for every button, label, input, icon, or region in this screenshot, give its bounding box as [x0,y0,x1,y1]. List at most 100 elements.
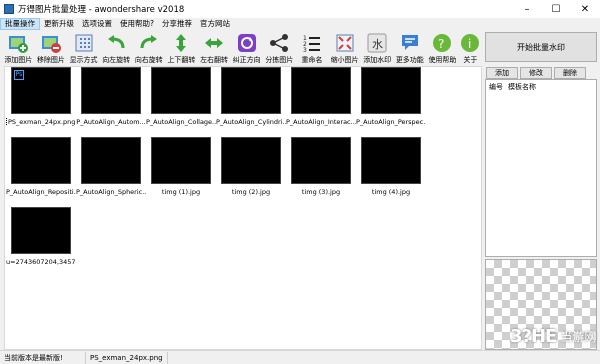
edit-template-button[interactable]: 修改 [520,67,552,79]
help-icon: ? [431,32,453,54]
image-preview [151,137,211,184]
svg-text:3: 3 [303,47,307,53]
image-caption: u=2743607204,3457... [6,258,76,266]
correct-orientation-label: 纠正方向 [232,56,261,64]
image-thumb[interactable]: P_AutoAlign_Spheric... [76,137,146,196]
column-template-name[interactable]: 模板名称 [508,82,536,92]
add-template-button[interactable]: 添加 [486,67,518,79]
flip-vertical-button[interactable]: 上下翻转 [165,30,198,66]
svg-text:水: 水 [372,38,383,51]
image-thumb[interactable]: timg (3).jpg [286,137,356,196]
start-batch-watermark-button[interactable]: 开始批量水印 [485,32,597,62]
image-preview [361,137,421,184]
about-label: 关于 [463,56,478,64]
watermark-label: 添加水印 [363,56,392,64]
site-watermark: 3?HE 当游网 [510,326,596,347]
flip-horizontal-icon [203,32,225,54]
rotate-left-button[interactable]: 向左旋转 [100,30,133,66]
rename-icon: 123 [301,32,323,54]
add-image-label: 添加图片 [4,56,33,64]
view-mode-icon [73,32,95,54]
minimize-button[interactable]: – [512,0,542,18]
menu-share[interactable]: 分享推荐 [158,18,196,30]
image-preview [221,67,281,114]
image-thumb[interactable]: P_AutoAlign_Perspec... [356,67,426,126]
column-number[interactable]: 编号 [489,82,503,92]
image-caption: P_AutoAlign_Repositi... [6,188,76,196]
image-preview [81,137,141,184]
image-grid[interactable]: Ps PS_exman_24px.png P_AutoAlign_Autom..… [4,66,482,350]
more-button[interactable]: 更多功能 [394,30,427,66]
image-caption: PS_exman_24px.png [6,118,76,126]
more-label: 更多功能 [395,56,424,64]
maximize-button[interactable]: ☐ [541,0,571,18]
image-caption: P_AutoAlign_Interac... [286,118,356,126]
watermark-text: 当游网 [560,330,597,344]
view-mode-button[interactable]: 显示方式 [67,30,100,66]
title-bar: 万得图片批量处理 - awondershare v2018 – ☐ ✕ [0,0,600,18]
remove-image-icon [40,32,62,54]
rotate-right-button[interactable]: 向右旋转 [133,30,166,66]
image-thumb[interactable]: timg (2).jpg [216,137,286,196]
status-file: PS_exman_24px.png [86,351,168,364]
app-icon [4,4,14,14]
menu-bar: 批量操作 更新升级 选项设置 使用帮助? 分享推荐 官方网站 [0,18,600,30]
add-image-icon [7,32,29,54]
rename-label: 重命名 [301,56,323,64]
menu-options[interactable]: 选项设置 [78,18,116,30]
close-button[interactable]: ✕ [570,0,600,18]
image-thumb[interactable]: u=2743607204,3457... [6,207,76,266]
watermark-button[interactable]: 水 添加水印 [361,30,394,66]
image-thumb[interactable]: timg (4).jpg [356,137,426,196]
image-thumb[interactable]: Ps PS_exman_24px.png [6,67,76,126]
info-icon: i [459,32,481,54]
image-caption: timg (2).jpg [231,188,271,196]
watermark-logo: 3?HE [510,326,557,347]
shrink-icon [334,32,356,54]
rename-button[interactable]: 123 重命名 [296,30,329,66]
image-preview [291,67,351,114]
correct-orientation-button[interactable]: 纠正方向 [230,30,263,66]
help-label: 使用帮助 [428,56,457,64]
image-thumb[interactable]: P_AutoAlign_Cylindri... [216,67,286,126]
shrink-button[interactable]: 缩小图片 [328,30,361,66]
image-caption: P_AutoAlign_Collage... [146,118,216,126]
menu-help[interactable]: 使用帮助? [116,18,158,30]
add-image-button[interactable]: 添加图片 [2,30,35,66]
correct-orientation-icon [236,32,258,54]
menu-batch-ops[interactable]: 批量操作 [0,18,40,30]
share-sort-icon [268,32,290,54]
template-list-header: 编号 模板名称 [486,80,596,94]
image-caption: timg (1).jpg [161,188,201,196]
image-preview [151,67,211,114]
svg-text:i: i [468,37,471,51]
about-button[interactable]: i 关于 [459,30,482,66]
share-sort-button[interactable]: 分拣图片 [263,30,296,66]
image-caption: P_AutoAlign_Spheric... [76,188,146,196]
help-button[interactable]: ? 使用帮助 [426,30,459,66]
more-icon [399,32,421,54]
image-thumb[interactable]: P_AutoAlign_Interac... [286,67,356,126]
toolbar: 添加图片 移除图片 显示方式 向左旋转 向右旋转 上下翻转 左右翻转 纠正方向 … [0,30,482,66]
status-version: 当前版本是最新版! [0,351,86,364]
view-mode-label: 显示方式 [69,56,98,64]
rotate-right-label: 向右旋转 [134,56,163,64]
image-thumb[interactable]: P_AutoAlign_Repositi... [6,137,76,196]
status-bar: 当前版本是最新版! PS_exman_24px.png [0,350,600,364]
flip-horizontal-button[interactable]: 左右翻转 [198,30,231,66]
image-thumb[interactable]: timg (1).jpg [146,137,216,196]
ps-logo-icon: Ps [14,70,24,80]
remove-image-button[interactable]: 移除图片 [35,30,68,66]
template-list[interactable]: 编号 模板名称 [485,79,597,257]
delete-template-button[interactable]: 删除 [554,67,586,79]
menu-update[interactable]: 更新升级 [40,18,78,30]
image-thumb[interactable]: P_AutoAlign_Autom... [76,67,146,126]
window-title: 万得图片批量处理 - awondershare v2018 [18,5,185,15]
rotate-left-label: 向左旋转 [102,56,131,64]
rotate-right-icon [138,32,160,54]
template-panel: 开始批量水印 添加 修改 删除 编号 模板名称 [482,30,600,350]
shrink-label: 缩小图片 [330,56,359,64]
menu-website[interactable]: 官方网站 [196,18,234,30]
image-thumb[interactable]: P_AutoAlign_Collage... [146,67,216,126]
svg-text:?: ? [438,37,444,51]
